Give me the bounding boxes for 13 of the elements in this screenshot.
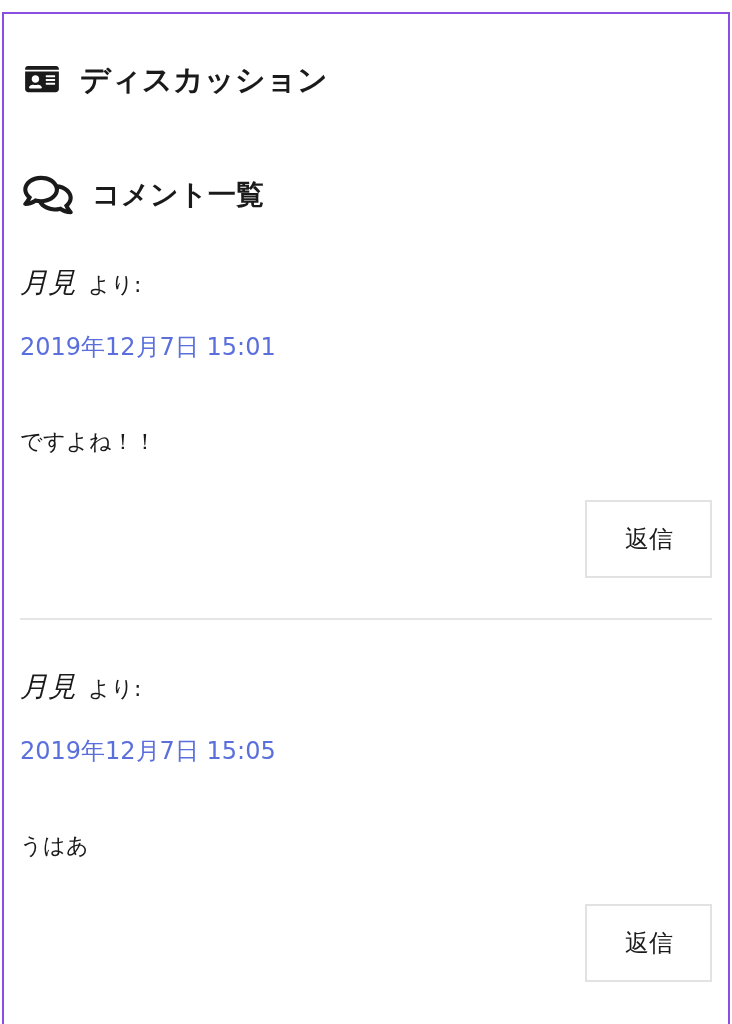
comment-text: うはあ xyxy=(20,832,90,859)
comment-author: 月見 xyxy=(20,669,76,705)
author-suffix: より: xyxy=(88,675,142,703)
reply-button[interactable]: 返信 xyxy=(585,904,712,982)
comments-heading: コメント一覧 xyxy=(92,177,264,213)
comment-text: ですよね！！ xyxy=(20,428,157,455)
comments-icon xyxy=(20,173,76,217)
reply-button[interactable]: 返信 xyxy=(585,500,712,578)
comment-date-link[interactable]: 2019年12月7日 15:01 xyxy=(20,333,276,361)
author-suffix: より: xyxy=(88,271,142,299)
comment-date-link[interactable]: 2019年12月7日 15:05 xyxy=(20,737,276,765)
section-title: ディスカッション xyxy=(80,60,328,99)
comment-author: 月見 xyxy=(20,265,76,301)
